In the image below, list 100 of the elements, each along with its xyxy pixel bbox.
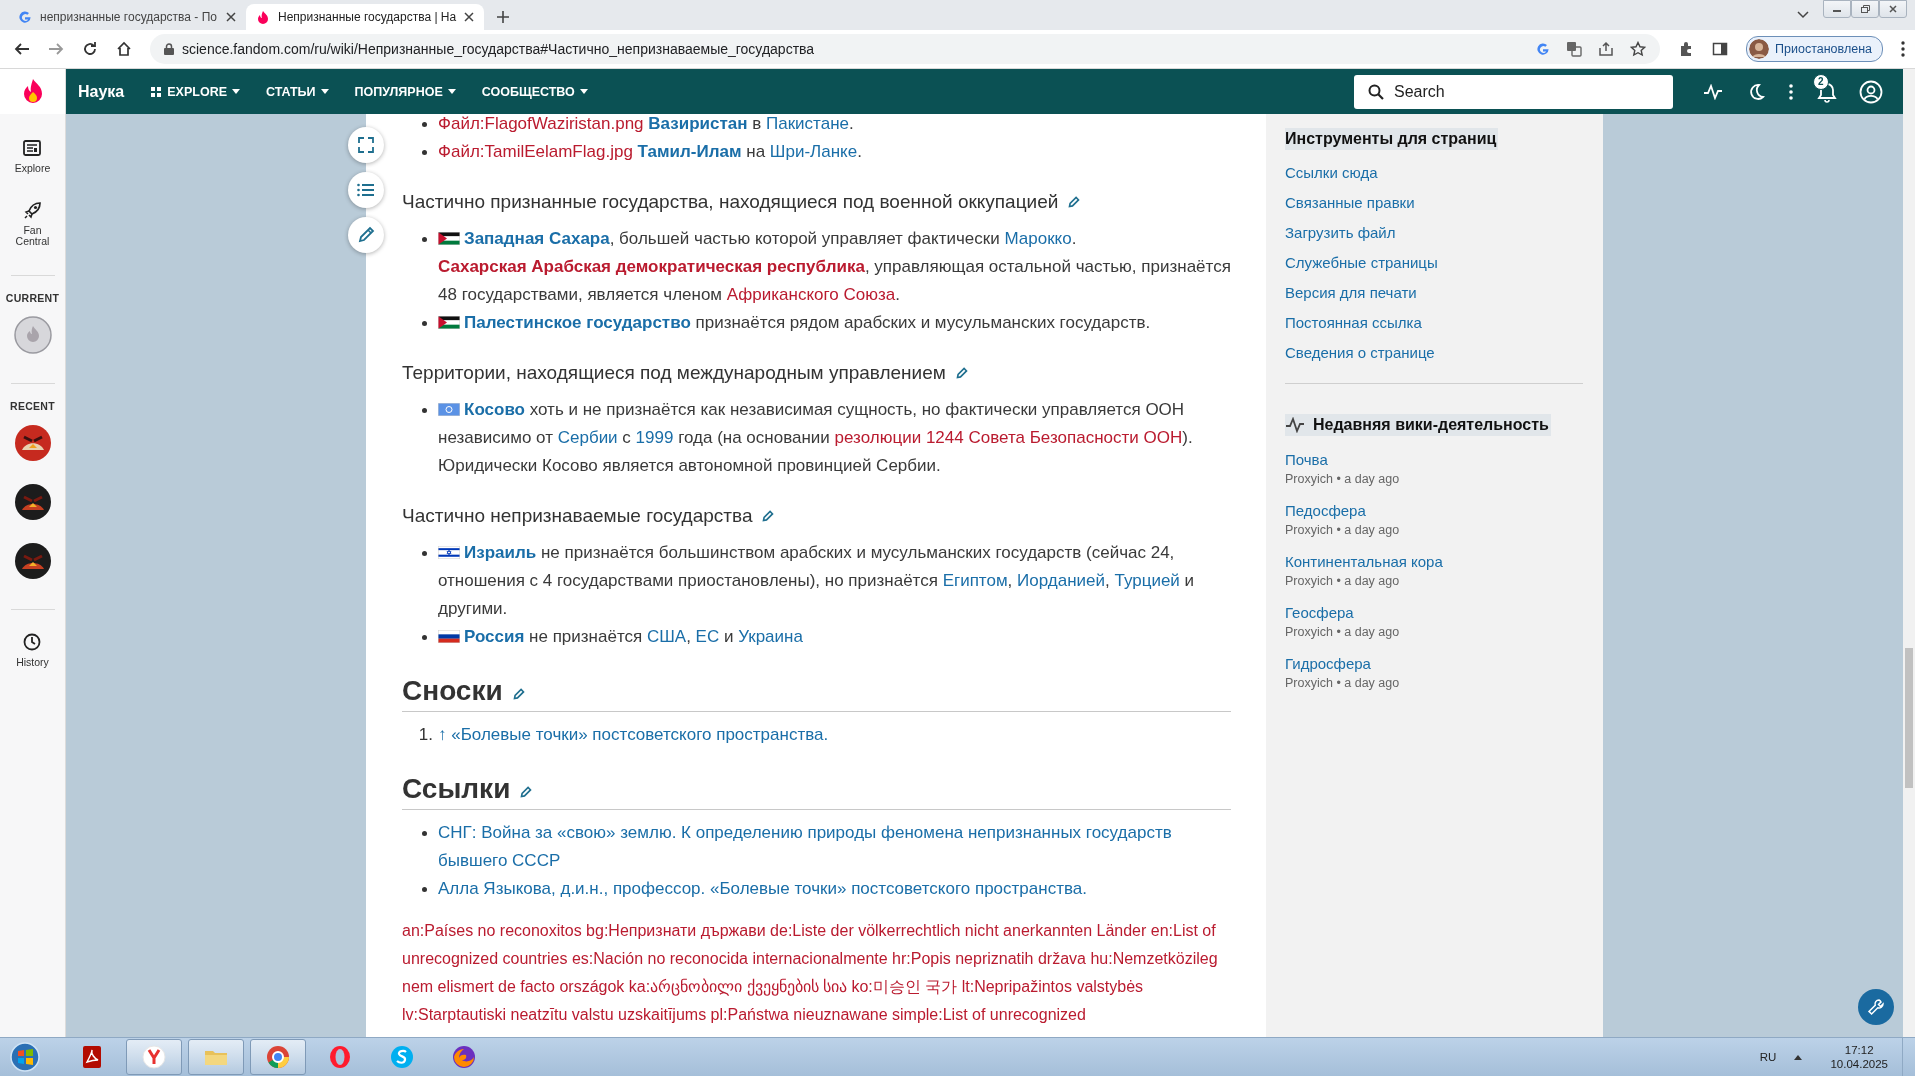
article-link[interactable]: Турцией <box>1114 571 1180 590</box>
tools-button[interactable] <box>1858 989 1894 1025</box>
new-tab-icon[interactable] <box>496 10 510 24</box>
taskbar-app[interactable] <box>250 1039 306 1075</box>
clock-time[interactable]: 17:12 <box>1844 1043 1874 1057</box>
missing-page-link[interactable]: Сахарская Арабская демократическая республика <box>438 257 865 276</box>
back-icon[interactable] <box>14 41 30 57</box>
sidebar-link[interactable]: Загрузить файл <box>1285 223 1396 243</box>
missing-page-link[interactable]: резолюции 1244 Совета Безопасности ООН <box>834 428 1183 447</box>
pencil-icon[interactable] <box>955 367 968 379</box>
chevron-icon[interactable] <box>1797 11 1809 19</box>
article-link[interactable]: Египтом <box>942 571 1008 590</box>
minimize-button[interactable] <box>1823 0 1851 18</box>
list-item-text: Файл:FlagofWaziristan.png Вазиристан в Пакистане. <box>438 114 855 135</box>
article-link[interactable]: Марокко <box>1004 229 1072 248</box>
fullscreen-button[interactable] <box>348 127 384 163</box>
sidebar-heading: Недавняя вики-деятельность <box>1313 415 1549 435</box>
sidebar-link[interactable]: Версия для печати <box>1285 283 1417 303</box>
activity-link[interactable]: Почва <box>1285 450 1328 470</box>
profile-button[interactable]: Приостановлена <box>1746 36 1883 62</box>
article-link[interactable]: Косово <box>464 400 525 419</box>
bullet-icon <box>421 831 427 836</box>
nav-menu[interactable]: СООБЩЕСТВО <box>481 84 588 99</box>
menu-icon[interactable] <box>1901 41 1905 57</box>
bullet-icon <box>421 150 427 155</box>
activity-link[interactable]: Гидросфера <box>1285 654 1371 674</box>
close-icon[interactable] <box>464 12 475 22</box>
pencil-icon[interactable] <box>512 688 525 700</box>
sidebar-heading: Инструменты для страниц <box>1285 128 1499 150</box>
share-icon[interactable] <box>1598 41 1615 57</box>
pencil-icon[interactable] <box>762 510 775 522</box>
missing-page-link[interactable]: Африканского Союза <box>726 285 896 304</box>
nav-menu[interactable]: ПОПУЛЯРНОЕ <box>354 84 456 99</box>
search-engine-icon[interactable] <box>1536 42 1551 56</box>
history-link[interactable]: History <box>16 626 49 674</box>
list-number: 1. <box>417 724 434 746</box>
activity-icon[interactable] <box>1703 83 1723 100</box>
sidebar-link[interactable]: Связанные правки <box>1285 193 1415 213</box>
article-link[interactable]: Алла Языкова, д.и.н., профессор. «Болевые точки» постсоветского пространства. <box>438 875 1231 903</box>
browser-tab[interactable]: Непризнанные государства | На <box>246 4 484 30</box>
sidebar-link[interactable]: Сведения о странице <box>1285 343 1435 363</box>
address-field[interactable]: science.fandom.com/ru/wiki/Непризнанные_государства#Частично_непризнаваемые_государства <box>150 34 1661 64</box>
taskbar-app[interactable] <box>126 1039 182 1075</box>
article-link[interactable]: ЕС <box>695 627 720 646</box>
article-link[interactable]: Пакистане <box>766 114 849 133</box>
activity-link[interactable]: Континентальная кора <box>1285 552 1443 572</box>
sidebar-link[interactable]: Постоянная ссылка <box>1285 313 1422 333</box>
missing-page-link[interactable]: Файл:TamilEelamFlag.jpg <box>438 142 633 161</box>
language-links[interactable]: an:Países no reconoxitos bg:Непризнати държави de:Liste der völkerrechtlich nicht anerkannten Länder en:List of unrecognized countries es:Nación no reconocida internacionalmente hr:Popis nepriznatih država hu:Nemzetközileg nem elismert de facto országok ka:არცნობილი ქვეყნების სია ko:미승인 국가 lt:Nepripažintos valstybės lv:Starptautiski neatzītu valstu uzskaitījums pl:Państwa nieuznawane simple:List of unrecognized <box>402 917 1231 1029</box>
moon-icon[interactable] <box>1747 82 1765 101</box>
sidebar-link[interactable]: Служебные страницы <box>1285 253 1438 273</box>
activity-link[interactable]: Геосфера <box>1285 603 1354 623</box>
flame-logo-icon[interactable] <box>21 77 44 106</box>
wiki-name-link[interactable]: Наука <box>78 82 125 101</box>
search-field[interactable]: Search <box>1354 74 1673 109</box>
language-indicator[interactable]: RU <box>1759 1051 1777 1063</box>
activity-link[interactable]: Педосфера <box>1285 501 1366 521</box>
article-link[interactable]: Тамил-Илам <box>637 142 742 161</box>
start-button[interactable] <box>10 1042 40 1072</box>
nav-menu[interactable]: СТАТЬИ <box>266 84 329 99</box>
forward-icon[interactable] <box>48 41 64 57</box>
scrollbar-thumb[interactable] <box>1905 648 1913 788</box>
article-link[interactable]: Сербии <box>557 428 618 447</box>
sidebar-link[interactable]: Ссылки сюда <box>1285 163 1378 183</box>
article-link[interactable]: ↑ <box>438 725 447 744</box>
article-link[interactable]: Вазиристан <box>648 114 748 133</box>
wiki-icon[interactable] <box>13 316 52 354</box>
article-link[interactable]: Иорданией <box>1017 571 1105 590</box>
fan-central-link[interactable]: Fan Central <box>10 194 55 253</box>
restore-button[interactable] <box>1851 0 1879 18</box>
more-icon[interactable] <box>1789 83 1793 100</box>
article-link[interactable]: Шри-Ланке <box>769 142 858 161</box>
tray-arrow-icon[interactable] <box>1794 1054 1803 1060</box>
close-icon[interactable] <box>226 12 236 22</box>
article-link[interactable]: США <box>646 627 687 646</box>
browser-tab[interactable]: непризнанные государства - По <box>8 4 246 30</box>
pencil-icon[interactable] <box>1068 196 1081 208</box>
article-link[interactable]: «Болевые точки» постсоветского пространства. <box>451 725 829 744</box>
translate-icon[interactable] <box>1566 41 1583 57</box>
section-label: CURRENT <box>5 292 60 304</box>
account-icon[interactable] <box>1859 79 1883 104</box>
article-link[interactable]: Западная Сахара <box>464 229 610 248</box>
star-icon[interactable] <box>1630 41 1647 57</box>
reload-icon[interactable] <box>82 41 98 57</box>
article-link[interactable]: Россия <box>464 627 525 646</box>
explore-link[interactable]: Explore <box>14 132 51 180</box>
clock-date[interactable]: 10.04.2025 <box>1830 1057 1888 1071</box>
article-link[interactable]: СНГ: Война за «свою» землю. К определению природы феномена непризнанных государств бывшего СССР <box>438 819 1231 875</box>
contents-button[interactable] <box>348 172 384 208</box>
side-panel-icon[interactable] <box>1712 41 1729 57</box>
home-icon[interactable] <box>116 41 132 57</box>
nav-menu[interactable]: EXPLORE <box>150 84 240 99</box>
close-button[interactable] <box>1879 0 1907 18</box>
article-link[interactable]: Украина <box>738 627 803 646</box>
article-link[interactable]: Палестинское государство <box>464 313 691 332</box>
article-link[interactable]: Израиль <box>464 543 537 562</box>
pencil-icon[interactable] <box>520 786 533 798</box>
article-link[interactable]: 1999 <box>635 428 674 447</box>
edit-button[interactable] <box>348 217 384 253</box>
missing-page-link[interactable]: Файл:FlagofWaziristan.png <box>438 114 644 133</box>
